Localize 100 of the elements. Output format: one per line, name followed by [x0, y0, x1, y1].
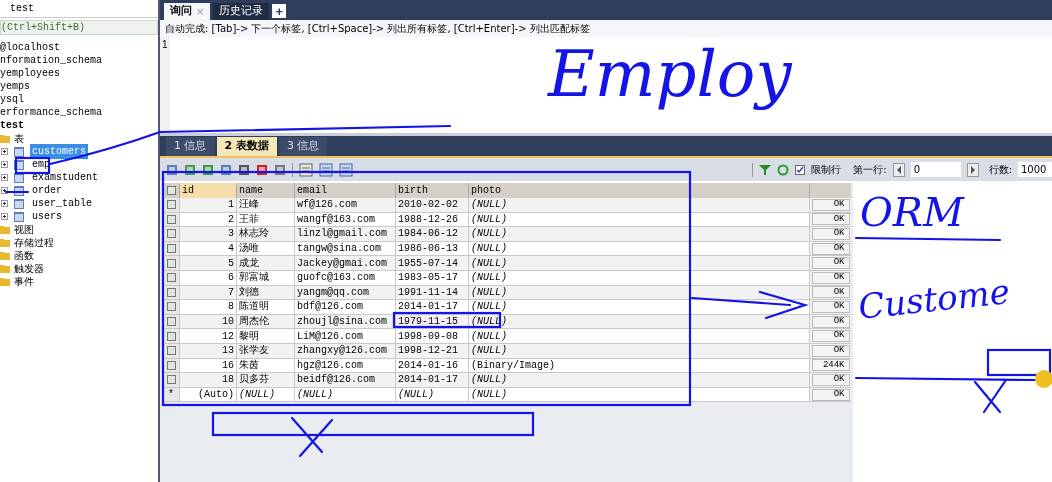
table-cell: beidf@126.com [295, 373, 396, 388]
tree-item[interactable]: 存储过程 [14, 235, 54, 250]
table-cell: wf@126.com [295, 198, 396, 213]
table-tree-item[interactable]: users [30, 209, 64, 224]
limit-checkbox[interactable] [795, 164, 806, 175]
row-checkbox[interactable] [166, 244, 176, 254]
table-tree-item[interactable]: examstudent [30, 170, 100, 185]
column-header[interactable]: photo [469, 183, 810, 198]
tree-item[interactable]: 触发器 [14, 261, 44, 276]
rows-field[interactable]: 1000 [1018, 162, 1052, 177]
next-icon[interactable] [966, 162, 979, 177]
refresh-icon[interactable] [777, 163, 790, 176]
result-tab[interactable]: 1 信息 [166, 137, 215, 156]
blob-button[interactable]: OK [811, 228, 850, 240]
row-checkbox[interactable] [166, 214, 176, 224]
blob-button[interactable]: OK [811, 300, 850, 313]
expand-icon[interactable] [1, 187, 8, 194]
expand-icon[interactable] [1, 148, 8, 155]
table-icon [14, 146, 24, 157]
blob-button[interactable]: OK [811, 388, 850, 401]
line-number: 1 [162, 39, 168, 50]
table-tree-item[interactable]: user_table [30, 196, 94, 211]
table-cell: 1984-06-12 [396, 227, 469, 242]
table-cell: (NULL) [469, 256, 810, 271]
expand-icon[interactable] [1, 174, 8, 181]
previous-icon[interactable] [892, 162, 905, 177]
row-checkbox[interactable] [166, 346, 176, 356]
table-cell: 1998-09-08 [396, 329, 469, 344]
row-checkbox[interactable] [166, 375, 176, 385]
expand-icon[interactable] [1, 200, 8, 207]
row-checkbox[interactable] [166, 317, 176, 327]
blob-button[interactable]: OK [811, 330, 850, 343]
table-cell: (NULL) [469, 300, 810, 315]
column-header[interactable]: id [180, 183, 237, 198]
blob-button[interactable]: OK [811, 271, 850, 284]
toolbar-icon[interactable] [274, 163, 286, 176]
table-cell: (NULL) [469, 387, 810, 403]
table-cell: linzl@gmail.com [295, 227, 396, 242]
table-icon [14, 211, 24, 222]
tree-item[interactable]: erformance_schema [0, 105, 103, 120]
blob-button[interactable]: OK [811, 257, 850, 270]
row-checkbox[interactable] [166, 258, 176, 268]
row-checkbox[interactable] [166, 331, 176, 341]
tree-item[interactable]: yemps [0, 79, 30, 94]
connection-title: test [10, 2, 34, 16]
tree-item[interactable]: 函数 [14, 248, 34, 263]
toolbar-icon[interactable] [238, 163, 250, 176]
tree-item[interactable]: nformation_schema [0, 53, 103, 68]
table-cell: 5 [180, 256, 237, 271]
blob-button[interactable]: OK [811, 198, 850, 211]
tree-item[interactable]: test [0, 118, 24, 133]
tree-item[interactable]: 事件 [14, 274, 34, 289]
blob-button[interactable]: 244K [811, 359, 850, 372]
table-cell: (NULL) [396, 387, 469, 403]
tree-item[interactable]: @localhost [0, 40, 60, 55]
toolbar-icon[interactable] [220, 163, 232, 176]
row-checkbox[interactable] [166, 200, 176, 210]
ink-cross [973, 378, 1008, 414]
row-checkbox[interactable] [166, 229, 176, 239]
table-cell: 郭富城 [237, 270, 295, 286]
blob-button[interactable]: OK [811, 286, 850, 299]
blob-button[interactable]: OK [811, 373, 850, 386]
tree-item[interactable]: 视图 [14, 222, 34, 237]
editor-tab[interactable]: 历史记录 [213, 3, 270, 20]
toolbar-icon[interactable] [256, 163, 268, 176]
table-icon [14, 185, 24, 196]
column-header[interactable]: birth [396, 183, 469, 198]
row-checkbox[interactable] [166, 273, 176, 283]
row-checkbox[interactable] [166, 302, 176, 312]
row-checkbox[interactable] [166, 360, 176, 370]
table-cell: (NULL) [469, 227, 810, 242]
toolbar-icon[interactable] [202, 163, 214, 176]
row-checkbox[interactable] [166, 287, 176, 297]
table-cell: (NULL) [469, 373, 810, 388]
new-tab-button[interactable]: + [272, 4, 287, 18]
filter-field[interactable]: (Ctrl+Shift+B) [0, 20, 158, 35]
tree-item[interactable]: ysql [0, 92, 24, 107]
blob-button[interactable]: OK [811, 344, 850, 357]
first-row-label: 第一行: [853, 163, 887, 177]
blob-button[interactable]: OK [811, 213, 850, 226]
result-tab[interactable]: 2 表数据 [216, 137, 277, 156]
editor-tab[interactable]: 询问 × [164, 3, 211, 20]
table-cell: LiM@126.com [295, 329, 396, 344]
column-header[interactable]: name [237, 183, 295, 198]
expand-icon[interactable] [1, 161, 8, 168]
blob-button[interactable]: OK [811, 315, 850, 328]
filter-icon[interactable] [759, 163, 772, 176]
tree-item[interactable]: yemployees [0, 66, 60, 81]
toolbar-icon[interactable] [184, 163, 196, 176]
table-cell: 黎明 [237, 329, 295, 344]
blob-button[interactable]: OK [811, 242, 850, 255]
table-cell: 成龙 [237, 256, 295, 271]
table-tree-item[interactable]: order [30, 183, 64, 198]
table-cell: 1955-07-14 [396, 256, 469, 271]
result-tab[interactable]: 3 信息 [279, 137, 328, 156]
tree-item[interactable]: 表 [14, 131, 24, 146]
column-header[interactable]: email [295, 183, 396, 198]
first-row-field[interactable]: 0 [910, 162, 961, 177]
toolbar-icon[interactable] [166, 163, 178, 176]
expand-icon[interactable] [1, 213, 8, 220]
